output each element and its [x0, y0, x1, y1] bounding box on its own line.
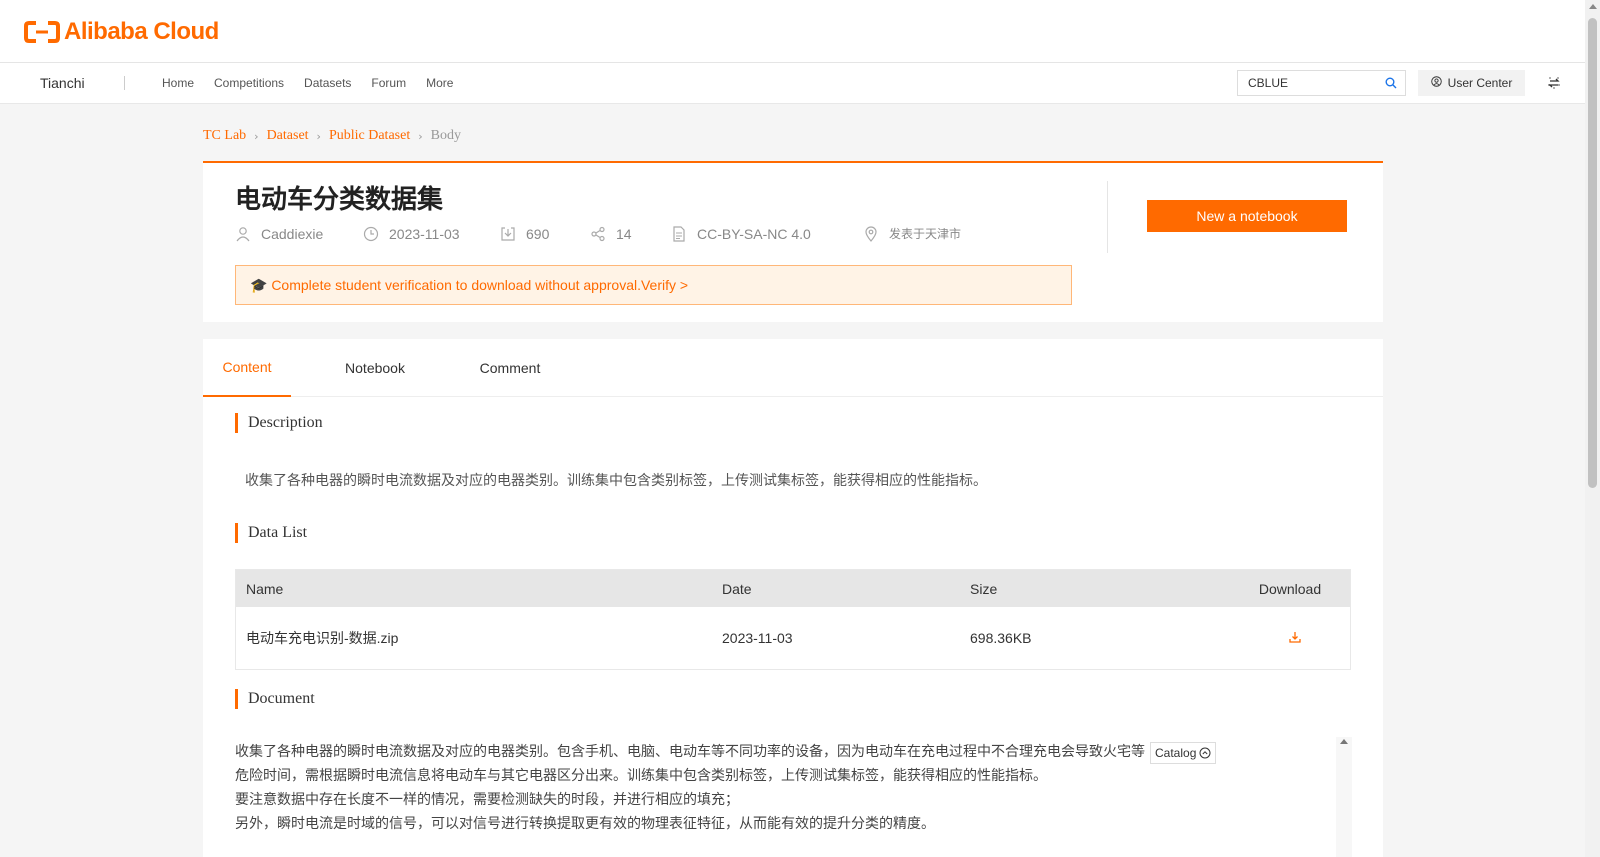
col-download: Download	[1258, 580, 1322, 597]
author-name[interactable]: Caddiexie	[261, 226, 323, 242]
chevron-right-icon: ›	[418, 129, 423, 143]
dataset-header-card: 电动车分类数据集 Caddiexie 2023-11-03 690 14 CC-…	[203, 161, 1383, 322]
description-text: 收集了各种电器的瞬时电流数据及对应的电器类别。训练集中包含类别标签，上传测试集标…	[245, 472, 987, 488]
content-card: Content Notebook Comment Description 收集了…	[203, 339, 1383, 857]
brand-tianchi[interactable]: Tianchi	[40, 75, 85, 91]
tab-comment[interactable]: Comment	[459, 339, 561, 397]
scrollbar-thumb[interactable]	[1588, 18, 1597, 488]
share-icon	[591, 226, 605, 241]
catalog-label: Catalog	[1155, 746, 1197, 760]
search-input[interactable]	[1238, 71, 1378, 95]
document-icon	[673, 225, 685, 242]
document-line: 要注意数据中存在长度不一样的情况，需要检测缺失的时段，并进行相应的填充；	[235, 791, 739, 807]
meta-author: Caddiexie	[235, 226, 363, 242]
tab-bar: Content Notebook Comment	[203, 339, 1383, 397]
nav-forum[interactable]: Forum	[371, 76, 406, 90]
nav-datasets[interactable]: Datasets	[304, 76, 351, 90]
document-line: 另外，瞬时电流是时域的信号，可以对信号进行转换提取更有效的物理表征特征，从而能有…	[235, 815, 935, 831]
breadcrumb-public-dataset[interactable]: Public Dataset	[329, 128, 410, 144]
section-description-title: Description	[235, 413, 323, 433]
top-header: Alibaba Cloud	[0, 0, 1585, 63]
student-verify-notice[interactable]: 🎓 Complete student verification to downl…	[235, 265, 1072, 305]
chevron-up-circle-icon	[1199, 747, 1211, 759]
share-count: 14	[616, 225, 632, 242]
file-name: 电动车充电识别-数据.zip	[246, 630, 399, 646]
section-datalist-title: Data List	[235, 523, 307, 543]
page-scrollbar[interactable]	[1585, 0, 1600, 857]
user-center-button[interactable]: User Center	[1418, 70, 1525, 96]
nav-divider	[124, 76, 125, 90]
download-count: 690	[526, 225, 550, 242]
breadcrumb-dataset[interactable]: Dataset	[267, 128, 309, 144]
vertical-divider	[1107, 181, 1108, 253]
chevron-right-icon: ›	[316, 129, 321, 143]
meta-license: CC-BY-SA-NC 4.0	[671, 226, 863, 242]
breadcrumb-current: Body	[430, 128, 461, 143]
nav-home[interactable]: Home	[162, 76, 194, 90]
location: 发表于天津市	[889, 227, 962, 241]
switch-icon[interactable]	[1548, 76, 1560, 94]
meta-downloads: 690	[500, 226, 590, 242]
col-name: Name	[246, 580, 284, 597]
alibaba-cloud-logo[interactable]: Alibaba Cloud	[24, 18, 219, 46]
license: CC-BY-SA-NC 4.0	[697, 225, 811, 242]
breadcrumb-tc-lab[interactable]: TC Lab	[203, 128, 246, 144]
nav-links: Home Competitions Datasets Forum More	[162, 76, 473, 90]
user-center-label: User Center	[1447, 76, 1513, 90]
scroll-up-arrow-icon[interactable]	[1589, 4, 1597, 9]
user-icon	[236, 226, 250, 241]
section-document-title: Document	[235, 689, 315, 709]
col-size: Size	[970, 580, 998, 597]
dataset-meta: Caddiexie 2023-11-03 690 14 CC-BY-SA-NC …	[235, 225, 961, 242]
catalog-button[interactable]: Catalog	[1150, 742, 1217, 764]
nav-more[interactable]: More	[426, 76, 453, 90]
publish-date: 2023-11-03	[389, 225, 460, 242]
alibaba-logo-icon	[24, 20, 60, 44]
breadcrumb: TC Lab › Dataset › Public Dataset › Body	[203, 128, 461, 144]
new-notebook-button[interactable]: New a notebook	[1147, 200, 1347, 232]
logo-text: Alibaba Cloud	[64, 18, 219, 45]
file-date: 2023-11-03	[722, 630, 793, 646]
col-date: Date	[722, 580, 752, 597]
document-line: 危险时间，需根据瞬时电流信息将电动车与其它电器区分出来。训练集中包含类别标签，上…	[235, 767, 1047, 783]
table-header: Name Date Size Download	[236, 570, 1350, 607]
data-list-table: Name Date Size Download 电动车充电识别-数据.zip 2…	[235, 569, 1351, 670]
clock-icon	[363, 226, 379, 241]
chevron-right-icon: ›	[254, 129, 259, 143]
nav-competitions[interactable]: Competitions	[214, 76, 284, 90]
tab-notebook[interactable]: Notebook	[291, 339, 459, 397]
location-pin-icon	[865, 225, 877, 242]
meta-location: 发表于天津市	[863, 225, 961, 242]
meta-date: 2023-11-03	[363, 226, 500, 242]
meta-shares: 14	[590, 226, 671, 242]
dataset-title: 电动车分类数据集	[235, 185, 444, 215]
main-nav: Tianchi Home Competitions Datasets Forum…	[0, 63, 1585, 104]
search-box	[1237, 70, 1406, 96]
search-icon[interactable]	[1385, 77, 1397, 92]
document-scrollbar[interactable]	[1336, 737, 1352, 857]
download-count-icon	[501, 226, 515, 241]
download-icon[interactable]	[1230, 630, 1350, 646]
file-size: 698.36KB	[970, 630, 1032, 646]
scroll-up-arrow-icon[interactable]	[1340, 739, 1348, 744]
user-icon	[1430, 76, 1442, 90]
tab-content[interactable]: Content	[203, 339, 291, 397]
table-row: 电动车充电识别-数据.zip 2023-11-03 698.36KB	[236, 607, 1350, 669]
